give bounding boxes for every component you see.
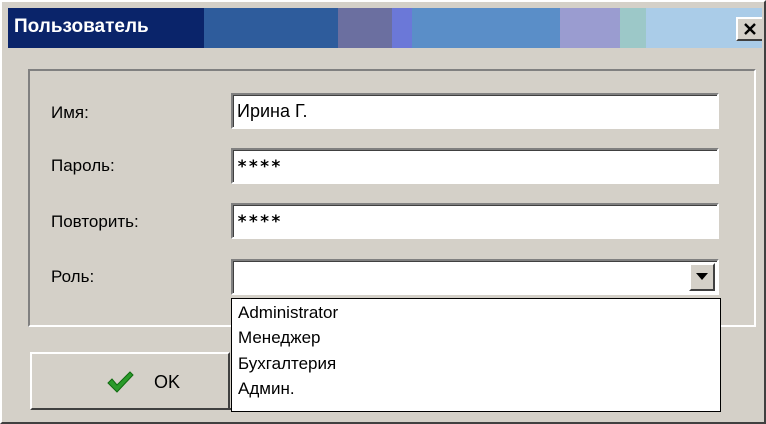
title-bar[interactable]: Пользователь [8,8,762,48]
title-bar-segment [620,8,646,48]
password-label: Пароль: [51,156,115,175]
name-input-value: Ирина Г. [237,101,308,121]
close-icon [744,23,756,35]
role-option[interactable]: Админ. [238,379,295,399]
ok-button-label: OK [154,372,181,392]
close-button[interactable] [736,17,762,41]
repeat-password-label: Повторить: [51,212,139,231]
role-dropdown-list: Administrator Менеджер Бухгалтерия Админ… [231,298,721,412]
chevron-down-icon [696,273,708,280]
title-bar-segment [338,8,392,48]
role-label: Роль: [51,267,95,286]
title-bar-segment [560,8,620,48]
dialog-window: Пользователь Имя: Ирина Г. Пароль: **** … [0,0,766,424]
window-title: Пользователь [14,16,149,37]
title-bar-segment [204,8,338,48]
password-input[interactable]: **** [231,148,719,184]
title-bar-segment [412,8,560,48]
role-select[interactable] [231,259,719,295]
role-option[interactable]: Бухгалтерия [238,354,336,374]
role-option[interactable]: Administrator [238,303,338,323]
role-dropdown-button[interactable] [689,263,715,291]
checkmark-icon [107,371,134,393]
repeat-password-input[interactable]: **** [231,203,719,239]
repeat-password-input-value: **** [237,212,282,232]
title-bar-segment [392,8,412,48]
name-input[interactable]: Ирина Г. [231,93,719,129]
password-input-value: **** [237,157,282,177]
ok-button[interactable]: OK [30,352,230,410]
role-option[interactable]: Менеджер [238,328,320,348]
name-label: Имя: [51,103,89,122]
